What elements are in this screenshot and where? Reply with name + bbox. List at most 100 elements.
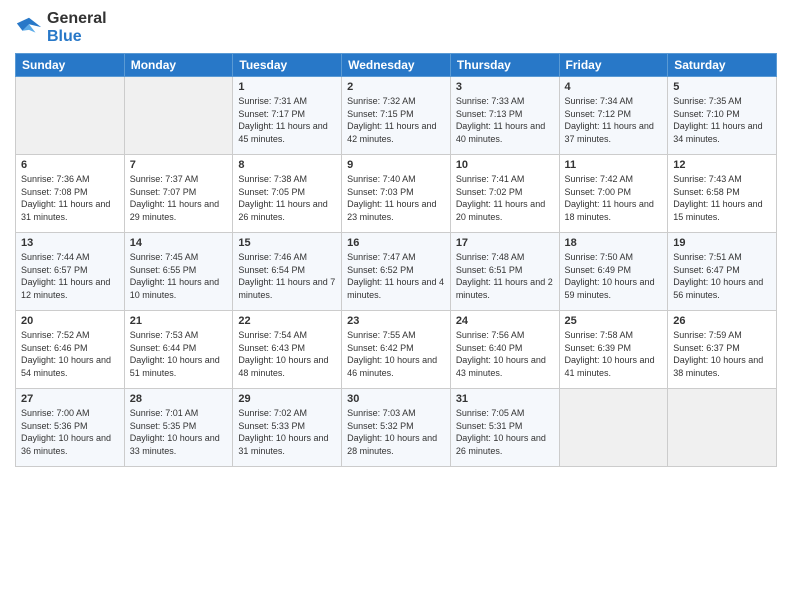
- calendar-table: SundayMondayTuesdayWednesdayThursdayFrid…: [15, 53, 777, 467]
- day-number: 26: [673, 315, 771, 327]
- calendar-cell: 16Sunrise: 7:47 AMSunset: 6:52 PMDayligh…: [342, 233, 451, 311]
- day-number: 3: [456, 81, 554, 93]
- calendar-cell: 18 Sunrise: 7:50 AMSunset: 6:49 PMDayligh…: [559, 233, 668, 311]
- day-number: 22: [238, 315, 336, 327]
- day-info: Sunrise: 7:31 AMSunset: 7:17 PMDaylight:…: [238, 95, 336, 145]
- week-row-4: 27 Sunrise: 7:00 AMSunset: 5:36 PMDayligh…: [16, 389, 777, 467]
- page: General Blue SundayMondayTuesdayWednesda…: [0, 0, 792, 612]
- day-number: 14: [130, 237, 228, 249]
- day-number: 23: [347, 315, 445, 327]
- col-header-saturday: Saturday: [668, 54, 777, 77]
- day-number: 1: [238, 81, 336, 93]
- col-header-thursday: Thursday: [450, 54, 559, 77]
- day-info: Sunrise: 7:02 AMSunset: 5:33 PMDaylight:…: [238, 407, 336, 457]
- calendar-cell: 10 Sunrise: 7:41 AMSunset: 7:02 PMDayligh…: [450, 155, 559, 233]
- calendar-cell: 15 Sunrise: 7:46 AMSunset: 6:54 PMDayligh…: [233, 233, 342, 311]
- day-number: 29: [238, 393, 336, 405]
- day-info: Sunrise: 7:42 AMSunset: 7:00 PMDaylight:…: [565, 173, 663, 223]
- calendar-cell: [668, 389, 777, 467]
- calendar-cell: 3 Sunrise: 7:33 AMSunset: 7:13 PMDaylight…: [450, 77, 559, 155]
- calendar-cell: [124, 77, 233, 155]
- day-info: Sunrise: 7:38 AMSunset: 7:05 PMDaylight:…: [238, 173, 336, 223]
- day-info: Sunrise: 7:51 AMSunset: 6:47 PMDaylight:…: [673, 251, 771, 301]
- calendar-cell: 25Sunrise: 7:58 AMSunset: 6:39 PMDayligh…: [559, 311, 668, 389]
- calendar-cell: 2 Sunrise: 7:32 AMSunset: 7:15 PMDaylight…: [342, 77, 451, 155]
- header: General Blue: [15, 10, 777, 45]
- day-number: 21: [130, 315, 228, 327]
- day-number: 25: [565, 315, 663, 327]
- calendar-cell: 13 Sunrise: 7:44 AMSunset: 6:57 PMDayligh…: [16, 233, 125, 311]
- day-number: 12: [673, 159, 771, 171]
- calendar-cell: 31Sunrise: 7:05 AMSunset: 5:31 PMDayligh…: [450, 389, 559, 467]
- logo-icon: [15, 14, 43, 42]
- day-number: 6: [21, 159, 119, 171]
- calendar-cell: 4Sunrise: 7:34 AMSunset: 7:12 PMDaylight…: [559, 77, 668, 155]
- day-info: Sunrise: 7:52 AMSunset: 6:46 PMDaylight:…: [21, 329, 119, 379]
- week-row-0: 1 Sunrise: 7:31 AMSunset: 7:17 PMDaylight…: [16, 77, 777, 155]
- calendar-cell: 28Sunrise: 7:01 AMSunset: 5:35 PMDayligh…: [124, 389, 233, 467]
- calendar-cell: 26 Sunrise: 7:59 AMSunset: 6:37 PMDayligh…: [668, 311, 777, 389]
- calendar-cell: [16, 77, 125, 155]
- day-info: Sunrise: 7:33 AMSunset: 7:13 PMDaylight:…: [456, 95, 554, 145]
- day-number: 7: [130, 159, 228, 171]
- calendar-cell: 12 Sunrise: 7:43 AMSunset: 6:58 PMDayligh…: [668, 155, 777, 233]
- day-info: Sunrise: 7:56 AMSunset: 6:40 PMDaylight:…: [456, 329, 554, 379]
- calendar-cell: 22Sunrise: 7:54 AMSunset: 6:43 PMDayligh…: [233, 311, 342, 389]
- day-number: 24: [456, 315, 554, 327]
- calendar-cell: 27 Sunrise: 7:00 AMSunset: 5:36 PMDayligh…: [16, 389, 125, 467]
- day-number: 8: [238, 159, 336, 171]
- week-row-1: 6Sunrise: 7:36 AMSunset: 7:08 PMDaylight…: [16, 155, 777, 233]
- calendar-cell: 24 Sunrise: 7:56 AMSunset: 6:40 PMDayligh…: [450, 311, 559, 389]
- day-info: Sunrise: 7:59 AMSunset: 6:37 PMDaylight:…: [673, 329, 771, 379]
- day-number: 9: [347, 159, 445, 171]
- day-info: Sunrise: 7:03 AMSunset: 5:32 PMDaylight:…: [347, 407, 445, 457]
- day-info: Sunrise: 7:32 AMSunset: 7:15 PMDaylight:…: [347, 95, 445, 145]
- day-number: 27: [21, 393, 119, 405]
- day-info: Sunrise: 7:35 AMSunset: 7:10 PMDaylight:…: [673, 95, 771, 145]
- day-number: 13: [21, 237, 119, 249]
- col-header-monday: Monday: [124, 54, 233, 77]
- day-info: Sunrise: 7:46 AMSunset: 6:54 PMDaylight:…: [238, 251, 336, 301]
- col-header-tuesday: Tuesday: [233, 54, 342, 77]
- day-number: 19: [673, 237, 771, 249]
- calendar-cell: 21 Sunrise: 7:53 AMSunset: 6:44 PMDayligh…: [124, 311, 233, 389]
- calendar-cell: 14Sunrise: 7:45 AMSunset: 6:55 PMDayligh…: [124, 233, 233, 311]
- logo: General Blue: [15, 10, 107, 45]
- day-info: Sunrise: 7:37 AMSunset: 7:07 PMDaylight:…: [130, 173, 228, 223]
- calendar-cell: 11 Sunrise: 7:42 AMSunset: 7:00 PMDayligh…: [559, 155, 668, 233]
- day-number: 16: [347, 237, 445, 249]
- day-info: Sunrise: 7:55 AMSunset: 6:42 PMDaylight:…: [347, 329, 445, 379]
- day-info: Sunrise: 7:00 AMSunset: 5:36 PMDaylight:…: [21, 407, 119, 457]
- day-info: Sunrise: 7:53 AMSunset: 6:44 PMDaylight:…: [130, 329, 228, 379]
- calendar-cell: 7 Sunrise: 7:37 AMSunset: 7:07 PMDaylight…: [124, 155, 233, 233]
- day-number: 10: [456, 159, 554, 171]
- day-info: Sunrise: 7:50 AMSunset: 6:49 PMDaylight:…: [565, 251, 663, 301]
- day-number: 20: [21, 315, 119, 327]
- week-row-2: 13 Sunrise: 7:44 AMSunset: 6:57 PMDayligh…: [16, 233, 777, 311]
- day-number: 30: [347, 393, 445, 405]
- calendar-cell: 20 Sunrise: 7:52 AMSunset: 6:46 PMDayligh…: [16, 311, 125, 389]
- calendar-cell: 17Sunrise: 7:48 AMSunset: 6:51 PMDayligh…: [450, 233, 559, 311]
- day-number: 17: [456, 237, 554, 249]
- calendar-cell: [559, 389, 668, 467]
- col-header-wednesday: Wednesday: [342, 54, 451, 77]
- day-info: Sunrise: 7:44 AMSunset: 6:57 PMDaylight:…: [21, 251, 119, 301]
- col-header-friday: Friday: [559, 54, 668, 77]
- header-row: SundayMondayTuesdayWednesdayThursdayFrid…: [16, 54, 777, 77]
- calendar-cell: 6Sunrise: 7:36 AMSunset: 7:08 PMDaylight…: [16, 155, 125, 233]
- calendar-cell: 8 Sunrise: 7:38 AMSunset: 7:05 PMDaylight…: [233, 155, 342, 233]
- day-number: 15: [238, 237, 336, 249]
- day-number: 2: [347, 81, 445, 93]
- day-number: 5: [673, 81, 771, 93]
- day-number: 18: [565, 237, 663, 249]
- day-info: Sunrise: 7:43 AMSunset: 6:58 PMDaylight:…: [673, 173, 771, 223]
- col-header-sunday: Sunday: [16, 54, 125, 77]
- logo-text: General Blue: [47, 10, 107, 45]
- calendar-cell: 19 Sunrise: 7:51 AMSunset: 6:47 PMDayligh…: [668, 233, 777, 311]
- calendar-cell: 9Sunrise: 7:40 AMSunset: 7:03 PMDaylight…: [342, 155, 451, 233]
- day-info: Sunrise: 7:41 AMSunset: 7:02 PMDaylight:…: [456, 173, 554, 223]
- day-info: Sunrise: 7:01 AMSunset: 5:35 PMDaylight:…: [130, 407, 228, 457]
- day-number: 11: [565, 159, 663, 171]
- calendar-cell: 30 Sunrise: 7:03 AMSunset: 5:32 PMDayligh…: [342, 389, 451, 467]
- day-info: Sunrise: 7:05 AMSunset: 5:31 PMDaylight:…: [456, 407, 554, 457]
